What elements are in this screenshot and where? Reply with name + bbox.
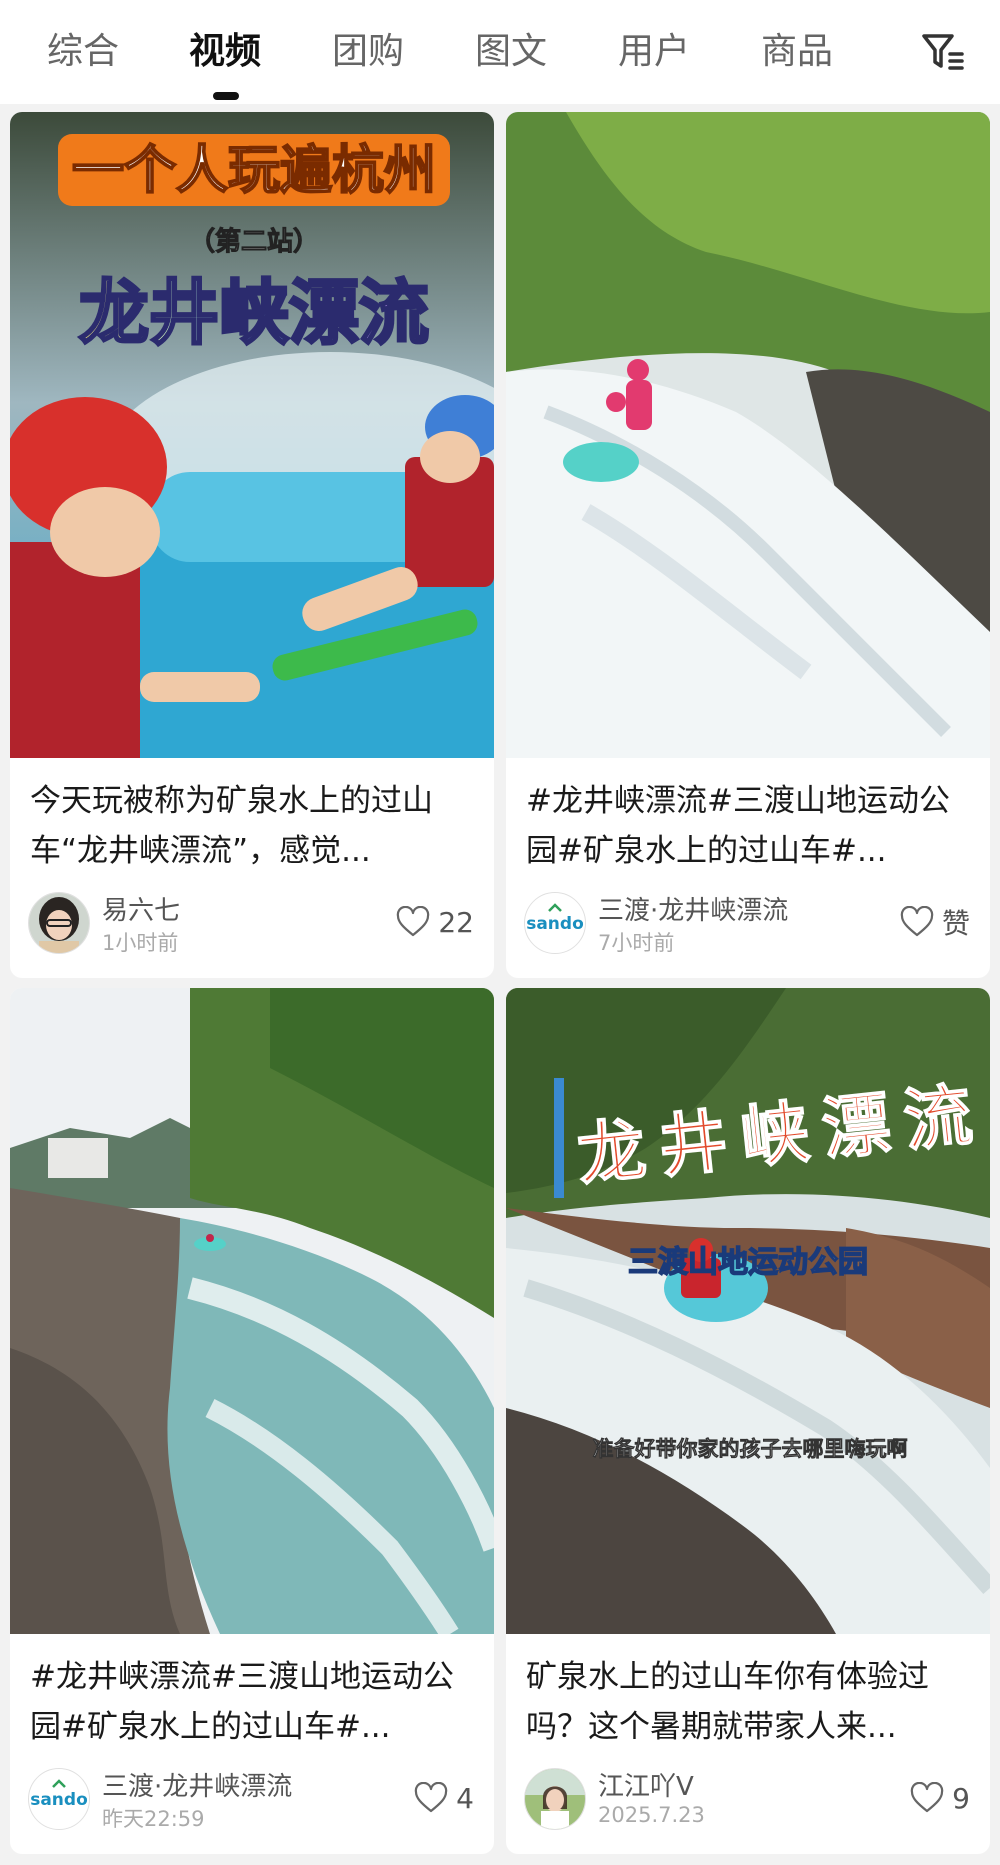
overlay-subtitle: （第二站） bbox=[189, 226, 319, 257]
heart-icon bbox=[397, 906, 430, 937]
like-button[interactable]: 9 bbox=[910, 1778, 970, 1818]
sando-logo: sando bbox=[526, 914, 584, 934]
tab-group-buy[interactable]: 团购 bbox=[313, 22, 423, 82]
post-time: 7小时前 bbox=[598, 931, 675, 955]
video-card[interactable]: 龙井峡漂流 三渡山地运动公园 准备好带你家的孩子去哪里嗨玩啊 矿泉水上的过山车你… bbox=[506, 988, 990, 1854]
overlay-park-name: 三渡山地运动公园 bbox=[628, 1245, 868, 1280]
search-tab-bar: 综合 视频 团购 图文 用户 商品 bbox=[0, 0, 1000, 104]
video-subtitle: 准备好带你家的孩子去哪里嗨玩啊 bbox=[593, 1437, 908, 1461]
author-name[interactable]: 江江吖V bbox=[598, 1766, 694, 1803]
like-count: 22 bbox=[438, 905, 474, 939]
like-button[interactable]: 赞 bbox=[900, 902, 970, 942]
filter-icon[interactable] bbox=[918, 28, 966, 76]
active-tab-indicator bbox=[213, 92, 239, 100]
video-card[interactable]: #龙井峡漂流#三渡山地运动公园#矿泉水上的过山车#... sando 三渡·龙井… bbox=[506, 112, 990, 978]
overlay-title: 一个人玩遍杭州 bbox=[72, 141, 436, 201]
video-thumbnail[interactable]: 一个人玩遍杭州 （第二站） 龙井峡漂流 bbox=[10, 112, 494, 758]
author-name[interactable]: 易六七 bbox=[102, 890, 180, 927]
heart-icon bbox=[910, 1782, 944, 1813]
avatar[interactable] bbox=[524, 1768, 586, 1830]
card-title[interactable]: 今天玩被称为矿泉水上的过山车“龙井峡漂流”，感觉... bbox=[30, 776, 474, 876]
card-title[interactable]: #龙井峡漂流#三渡山地运动公园#矿泉水上的过山车#... bbox=[526, 776, 970, 876]
like-count: 9 bbox=[952, 1781, 970, 1815]
heart-icon bbox=[414, 1782, 448, 1813]
like-button[interactable]: 22 bbox=[396, 902, 474, 942]
like-count: 赞 bbox=[941, 907, 970, 940]
avatar[interactable]: sando bbox=[28, 1768, 90, 1830]
author-name[interactable]: 三渡·龙井峡漂流 bbox=[598, 890, 788, 927]
tab-image-text[interactable]: 图文 bbox=[456, 22, 566, 82]
tab-products[interactable]: 商品 bbox=[742, 22, 852, 82]
sando-logo: sando bbox=[30, 1790, 88, 1810]
tab-users[interactable]: 用户 bbox=[599, 22, 709, 82]
avatar[interactable]: sando bbox=[524, 892, 586, 954]
video-thumbnail[interactable] bbox=[506, 112, 990, 758]
card-title[interactable]: 矿泉水上的过山车你有体验过吗？这个暑期就带家人来... bbox=[526, 1652, 970, 1752]
avatar[interactable] bbox=[28, 892, 90, 954]
like-button[interactable]: 4 bbox=[414, 1778, 474, 1818]
video-thumbnail[interactable]: 龙井峡漂流 三渡山地运动公园 准备好带你家的孩子去哪里嗨玩啊 bbox=[506, 988, 990, 1634]
post-time: 2025.7.23 bbox=[598, 1803, 705, 1827]
tab-video[interactable]: 视频 bbox=[170, 22, 280, 82]
video-card[interactable]: #龙井峡漂流#三渡山地运动公园#矿泉水上的过山车#... sando 三渡·龙井… bbox=[10, 988, 494, 1854]
tab-comprehensive[interactable]: 综合 bbox=[28, 22, 138, 82]
video-card[interactable]: 一个人玩遍杭州 （第二站） 龙井峡漂流 今天玩被称为矿泉水上的过山车“龙井峡漂流… bbox=[10, 112, 494, 978]
post-time: 昨天22:59 bbox=[102, 1807, 205, 1831]
post-time: 1小时前 bbox=[102, 931, 179, 955]
card-title[interactable]: #龙井峡漂流#三渡山地运动公园#矿泉水上的过山车#... bbox=[30, 1652, 474, 1752]
video-thumbnail[interactable] bbox=[10, 988, 494, 1634]
overlay-headline: 龙井峡漂流 bbox=[79, 272, 429, 354]
heart-icon bbox=[900, 906, 934, 937]
like-count: 4 bbox=[456, 1781, 474, 1815]
author-name[interactable]: 三渡·龙井峡漂流 bbox=[102, 1766, 292, 1803]
